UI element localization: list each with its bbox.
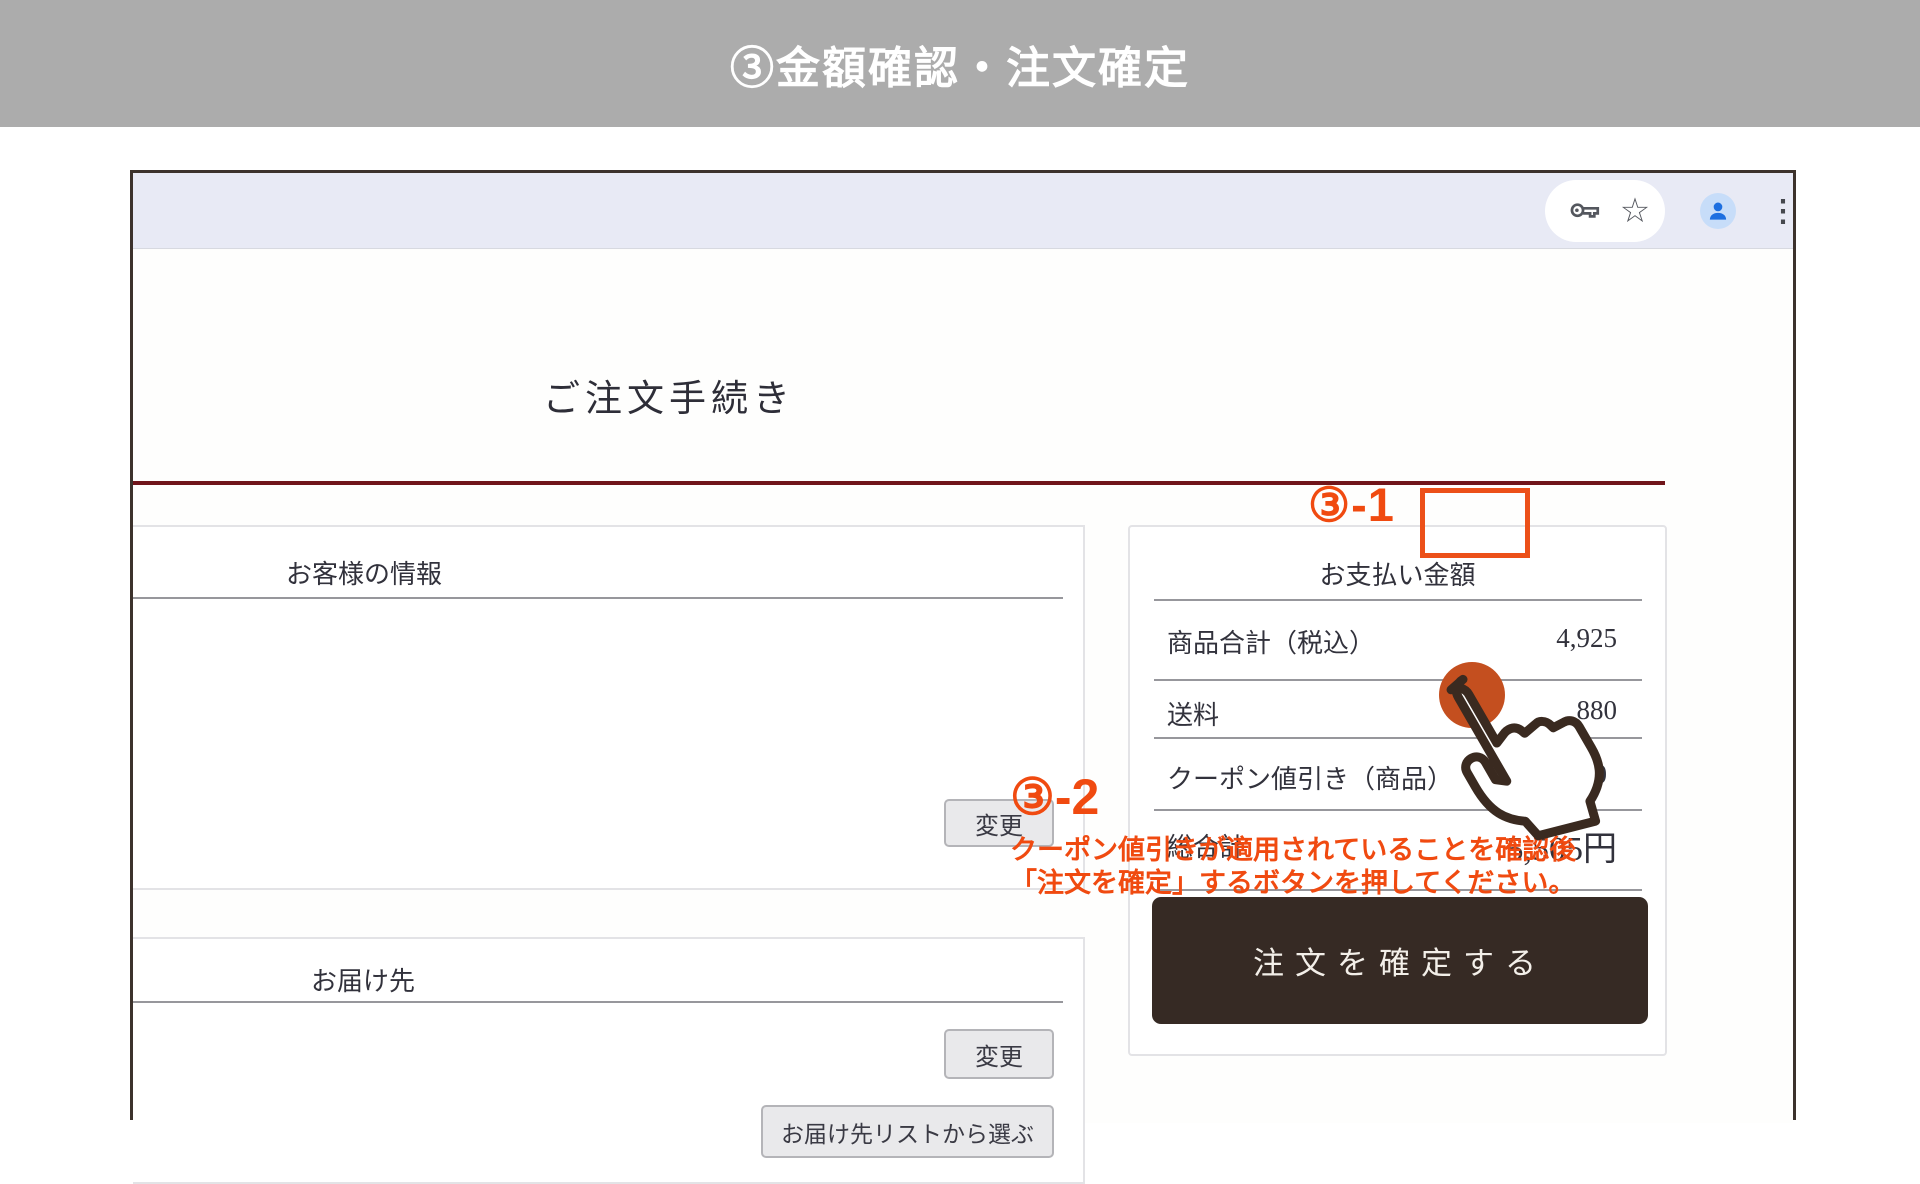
tap-hand-cursor-icon [1398, 623, 1628, 863]
confirm-order-button[interactable]: 注文を確定する [1152, 897, 1648, 1024]
delivery-title: お届け先 [311, 961, 415, 998]
confirm-order-label: 注文を確定する [1253, 938, 1547, 983]
divider [133, 1001, 1063, 1003]
title-rule [133, 481, 1665, 485]
customer-info-panel: お客様の情報 変更 [133, 525, 1085, 890]
annotation-note-line2: 「注文を確定」するボタンを押してください。 [1010, 861, 1575, 900]
payment-title: お支払い金額 [1130, 555, 1665, 592]
three-dot-menu-icon[interactable]: ⋮ [1771, 173, 1795, 249]
key-icon[interactable] [1563, 173, 1607, 249]
delivery-panel: お届け先 変更 お届け先リストから選ぶ [133, 937, 1085, 1184]
divider [1154, 599, 1642, 601]
profile-avatar-icon[interactable] [1700, 193, 1736, 229]
coupon-highlight-box [1420, 488, 1530, 558]
divider [133, 597, 1063, 599]
customer-info-title: お客様の情報 [286, 554, 442, 591]
tutorial-banner: ③金額確認・注文確定 [0, 0, 1920, 127]
row-subtotal-label: 商品合計（税込） [1167, 623, 1375, 660]
tutorial-banner-title: ③金額確認・注文確定 [730, 32, 1190, 96]
bookmark-star-icon[interactable]: ☆ [1613, 173, 1657, 249]
step-3-1-label: ③-1 [1308, 477, 1395, 533]
browser-toolbar: ☆ ⋮ [133, 173, 1793, 249]
page-title: ご注文手続き [543, 368, 795, 422]
delivery-list-button[interactable]: お届け先リストから選ぶ [761, 1105, 1054, 1158]
step-3-2-label: ③-2 [1010, 768, 1099, 826]
delivery-change-button[interactable]: 変更 [944, 1029, 1054, 1079]
row-shipping-label: 送料 [1167, 695, 1219, 732]
